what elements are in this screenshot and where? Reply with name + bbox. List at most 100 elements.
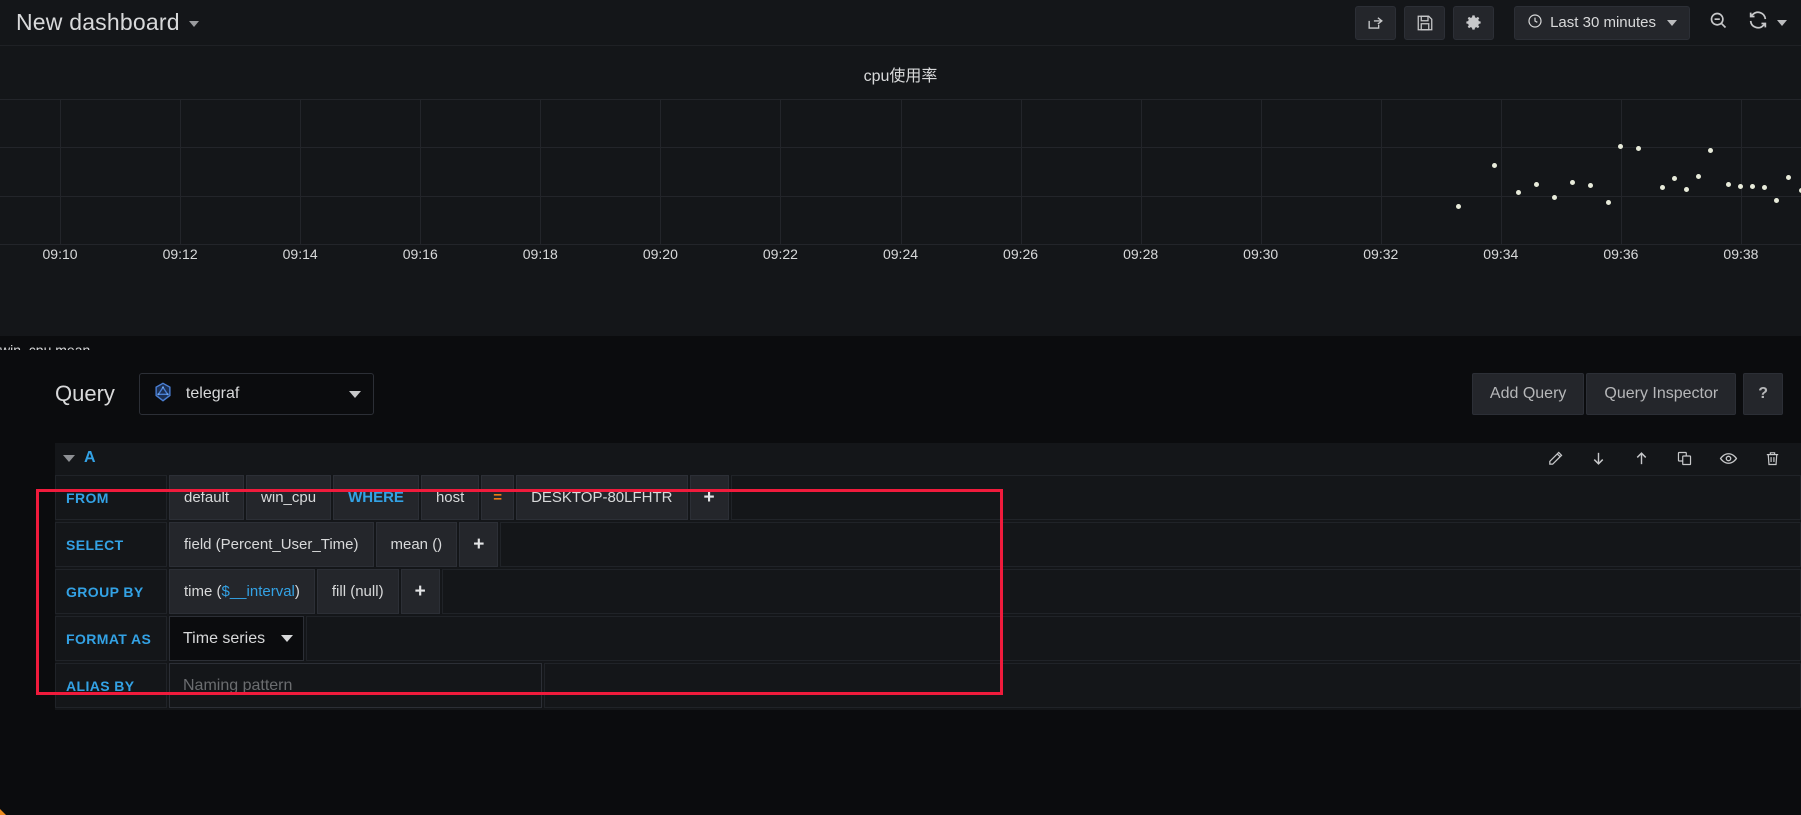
data-point[interactable]	[1726, 181, 1732, 187]
panel-title[interactable]: cpu使用率	[0, 46, 1801, 86]
zoom-out-time-button[interactable]	[1698, 6, 1739, 40]
data-point[interactable]	[1516, 190, 1522, 196]
query-help-button[interactable]: ?	[1743, 373, 1783, 415]
where-label: WHERE	[333, 475, 419, 520]
from-row-filler	[730, 475, 1801, 520]
data-point[interactable]	[1588, 183, 1594, 189]
refresh-interval-chevron-icon[interactable]	[1777, 19, 1787, 26]
datasource-picker[interactable]: telegraf	[138, 373, 374, 415]
grid-line-vertical	[60, 99, 62, 244]
grid-line-vertical	[780, 99, 782, 244]
where-tag-key-segment[interactable]: host	[420, 475, 480, 520]
grid-line-horizontal	[0, 99, 1801, 100]
graph-panel: cpu使用率 09:10 09:12 09:14 09:16 09:18 09:20 09:…	[0, 46, 1801, 386]
grid-line-vertical	[1020, 99, 1022, 244]
group-by-fill-segment[interactable]: fill (null)	[316, 569, 399, 614]
refresh-dashboard-button[interactable]	[1747, 9, 1793, 36]
share-dashboard-button[interactable]	[1355, 5, 1397, 40]
x-axis-tick-label: 09:34	[1483, 246, 1519, 262]
alias-by-input[interactable]	[169, 663, 542, 708]
influxdb-icon	[152, 381, 174, 408]
data-point[interactable]	[1534, 182, 1540, 188]
edit-pencil-icon[interactable]	[1547, 450, 1564, 467]
chevron-down-icon	[348, 390, 361, 398]
save-dashboard-button[interactable]	[1404, 5, 1446, 40]
grid-line-vertical	[660, 99, 662, 244]
datasource-name: telegraf	[185, 385, 240, 402]
grafana-dashboard: New dashboard Last 30 minutes cpu使用率 09:…	[0, 0, 1801, 815]
clock-icon	[1527, 13, 1543, 33]
data-point[interactable]	[1456, 204, 1462, 210]
data-point[interactable]	[1570, 179, 1576, 185]
query-editor-header: Query telegraf	[55, 370, 374, 418]
data-point[interactable]	[1552, 195, 1558, 201]
select-field-segment[interactable]: field (Percent_User_Time)	[169, 522, 374, 567]
chevron-down-icon[interactable]	[188, 21, 199, 27]
add-where-clause-button[interactable]: +	[689, 475, 729, 520]
alias-by-row-filler	[544, 663, 1801, 708]
grid-line-horizontal	[0, 195, 1801, 197]
query-ref-id[interactable]: A	[84, 449, 96, 467]
chevron-down-icon	[281, 635, 293, 642]
data-point[interactable]	[1762, 185, 1768, 191]
data-point[interactable]	[1708, 148, 1714, 154]
toggle-visibility-eye-icon[interactable]	[1719, 449, 1738, 468]
group-by-time-prefix: time (	[184, 583, 222, 600]
data-point[interactable]	[1636, 146, 1642, 152]
grid-line-vertical	[1380, 99, 1382, 244]
where-operator-segment[interactable]: =	[481, 475, 515, 520]
query-line-alias-by: ALIAS BY	[55, 663, 1801, 708]
navbar-actions: Last 30 minutes	[1355, 5, 1801, 40]
from-policy-segment[interactable]: default	[169, 475, 245, 520]
x-axis-tick-label: 09:32	[1363, 246, 1399, 262]
format-as-value: Time series	[183, 629, 266, 647]
select-aggregate-segment[interactable]: mean ()	[375, 522, 458, 567]
from-measurement-segment[interactable]: win_cpu	[246, 475, 332, 520]
data-point[interactable]	[1786, 175, 1792, 181]
data-point[interactable]	[1606, 199, 1612, 205]
group-by-time-variable: $__interval	[221, 583, 295, 600]
data-point[interactable]	[1696, 174, 1702, 180]
collapse-toggle-caret-icon[interactable]	[63, 454, 75, 462]
duplicate-icon[interactable]	[1676, 450, 1693, 467]
data-point[interactable]	[1738, 183, 1744, 189]
where-tag-value-segment[interactable]: DESKTOP-80LFHTR	[516, 475, 688, 520]
chevron-down-icon	[1667, 19, 1677, 26]
data-point[interactable]	[1660, 184, 1666, 190]
add-select-part-button[interactable]: +	[459, 522, 499, 567]
query-editor-pane: Query telegraf Add Query Query Inspector…	[0, 350, 1801, 815]
data-point[interactable]	[1672, 176, 1678, 182]
dashboard-settings-button[interactable]	[1453, 5, 1495, 40]
delete-trash-icon[interactable]	[1764, 450, 1781, 467]
move-down-icon[interactable]	[1590, 450, 1607, 467]
dashboard-title-menu[interactable]: New dashboard	[16, 9, 199, 36]
query-section-label: Query	[55, 381, 115, 406]
x-axis-tick-label: 09:24	[882, 246, 919, 262]
data-point[interactable]	[1774, 198, 1780, 204]
grid-line-vertical	[540, 99, 542, 244]
grid-line-vertical	[900, 99, 902, 244]
x-axis-tick-label: 09:26	[1003, 246, 1039, 262]
time-range-picker[interactable]: Last 30 minutes	[1514, 5, 1690, 40]
group-by-time-suffix: )	[294, 583, 300, 600]
query-line-select: SELECT field (Percent_User_Time) mean ()…	[55, 522, 1801, 567]
grid-line-vertical	[1260, 99, 1262, 244]
select-row-filler	[500, 522, 1801, 567]
data-point[interactable]	[1684, 187, 1690, 193]
select-label: SELECT	[55, 522, 167, 567]
query-inspector-button[interactable]: Query Inspector	[1586, 373, 1737, 415]
group-by-time-segment[interactable]: time ($__interval)	[169, 569, 315, 614]
data-point[interactable]	[1750, 183, 1756, 189]
x-axis: 09:10 09:12 09:14 09:16 09:18 09:20 09:22 09:24…	[0, 246, 1801, 276]
format-as-select[interactable]: Time series	[169, 616, 304, 661]
data-point[interactable]	[1492, 162, 1498, 168]
move-up-icon[interactable]	[1633, 450, 1650, 467]
x-axis-tick-label: 09:20	[642, 246, 678, 262]
add-query-button[interactable]: Add Query	[1471, 373, 1585, 415]
x-axis-tick-label: 09:16	[402, 246, 438, 262]
add-group-by-button[interactable]: +	[400, 569, 440, 614]
zoom-out-icon	[1708, 10, 1729, 36]
graph-plot-area[interactable]	[0, 99, 1801, 245]
grid-line-vertical	[1500, 99, 1502, 244]
x-axis-tick-label: 09:14	[282, 246, 318, 262]
